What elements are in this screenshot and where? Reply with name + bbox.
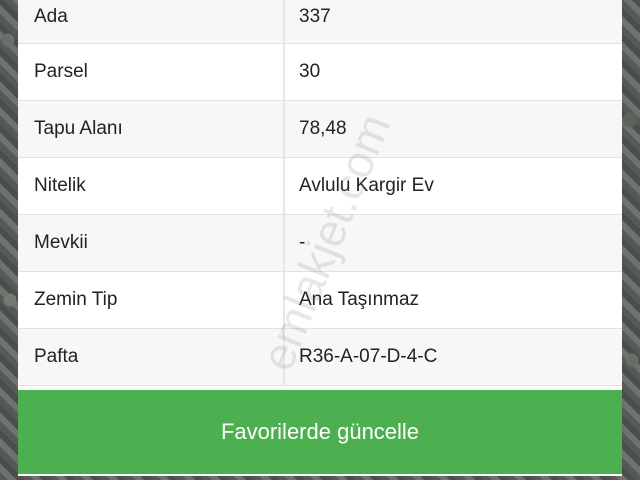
table-row-ada: Ada 337 <box>18 0 622 44</box>
property-details-table: Ada 337 Parsel 30 Tapu Alanı 78,48 Nitel… <box>18 0 622 386</box>
row-value: Avlulu Kargir Ev <box>299 175 434 196</box>
table-row-nitelik: Nitelik Avlulu Kargir Ev <box>18 158 622 215</box>
row-label: Parsel <box>18 44 285 100</box>
row-value: 337 <box>299 6 331 27</box>
table-row-pafta: Pafta R36-A-07-D-4-C <box>18 329 622 386</box>
table-row-tapu-alani: Tapu Alanı 78,48 <box>18 101 622 158</box>
table-row-mevkii: Mevkii - <box>18 215 622 272</box>
row-label: Mevkii <box>18 215 285 271</box>
property-details-panel: Ada 337 Parsel 30 Tapu Alanı 78,48 Nitel… <box>18 0 622 476</box>
row-label: Ada <box>18 0 285 43</box>
row-label: Tapu Alanı <box>18 101 285 157</box>
row-value: 30 <box>299 61 321 82</box>
row-label: Pafta <box>18 329 285 385</box>
row-label: Nitelik <box>18 158 285 214</box>
row-value: Ana Taşınmaz <box>299 289 420 310</box>
row-value: - <box>299 232 306 253</box>
table-row-parsel: Parsel 30 <box>18 44 622 101</box>
table-row-zemin-tip: Zemin Tip Ana Taşınmaz <box>18 272 622 329</box>
row-label: Zemin Tip <box>18 272 285 328</box>
row-value: R36-A-07-D-4-C <box>299 346 438 367</box>
row-value: 78,48 <box>299 118 347 139</box>
update-favorites-button[interactable]: Favorilerde güncelle <box>18 390 622 474</box>
